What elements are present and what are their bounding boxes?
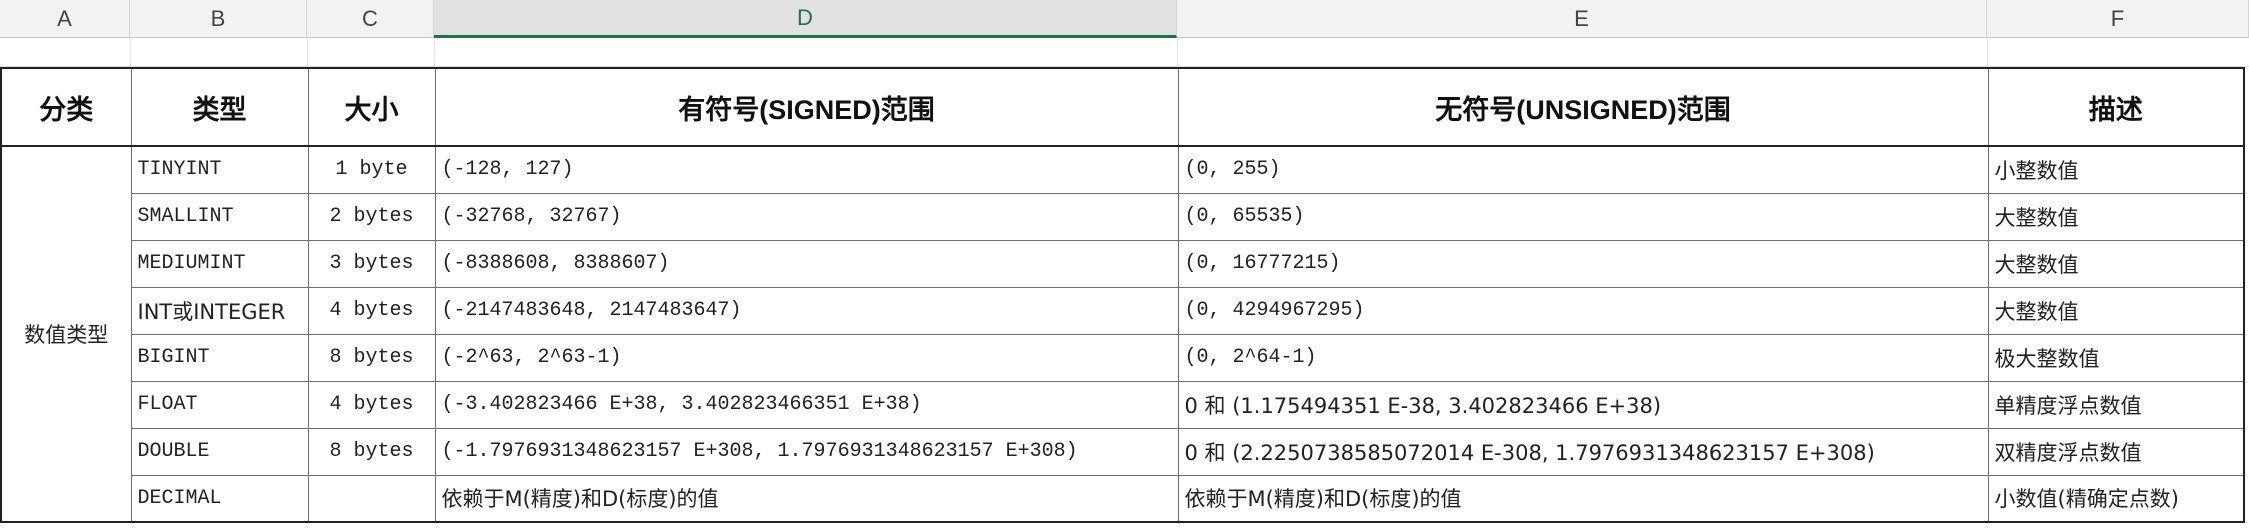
- description-cell[interactable]: 小数值(精确定点数): [1987, 474, 2245, 523]
- table-row: SMALLINT 2 bytes (-32768, 32767) (0, 655…: [1, 192, 2245, 241]
- table-row: DOUBLE 8 bytes (-1.7976931348623157 E+30…: [1, 427, 2245, 476]
- unsigned-range-cell[interactable]: (0, 65535): [1177, 192, 1989, 241]
- type-cell[interactable]: MEDIUMINT: [130, 239, 309, 288]
- description-cell[interactable]: 单精度浮点数值: [1987, 380, 2245, 429]
- header-size[interactable]: 大小: [307, 67, 436, 147]
- column-header-b[interactable]: B: [130, 0, 307, 38]
- header-row: 分类 类型 大小 有符号(SIGNED)范围 无符号(UNSIGNED)范围 描…: [0, 67, 2245, 147]
- signed-range-cell[interactable]: 依赖于M(精度)和D(标度)的值: [434, 474, 1179, 523]
- unsigned-range-cell[interactable]: (0, 2^64-1): [1177, 333, 1989, 382]
- description-cell[interactable]: 小整数值: [1987, 145, 2245, 194]
- gridline: [1987, 38, 1988, 67]
- unsigned-range-cell[interactable]: 依赖于M(精度)和D(标度)的值: [1177, 474, 1989, 523]
- header-type[interactable]: 类型: [130, 67, 309, 147]
- column-header-e[interactable]: E: [1177, 0, 1987, 38]
- description-cell[interactable]: 双精度浮点数值: [1987, 427, 2245, 476]
- signed-range-cell[interactable]: (-128, 127): [434, 145, 1179, 194]
- type-cell[interactable]: BIGINT: [130, 333, 309, 382]
- table-row: BIGINT 8 bytes (-2^63, 2^63-1) (0, 2^64-…: [1, 333, 2245, 382]
- signed-range-cell[interactable]: (-2147483648, 2147483647): [434, 286, 1179, 335]
- gridline: [434, 38, 435, 67]
- type-cell[interactable]: FLOAT: [130, 380, 309, 429]
- column-header-d[interactable]: D: [434, 0, 1177, 38]
- size-cell[interactable]: 4 bytes: [307, 286, 436, 335]
- description-cell[interactable]: 大整数值: [1987, 286, 2245, 335]
- gridline: [1177, 38, 1178, 67]
- size-cell[interactable]: 8 bytes: [307, 333, 436, 382]
- category-cell[interactable]: 数值类型: [0, 145, 132, 523]
- description-cell[interactable]: 极大整数值: [1987, 333, 2245, 382]
- size-cell[interactable]: 2 bytes: [307, 192, 436, 241]
- size-cell[interactable]: [307, 474, 436, 523]
- table-row: MEDIUMINT 3 bytes (-8388608, 8388607) (0…: [1, 239, 2245, 288]
- gridline: [130, 38, 131, 67]
- table-row: DECIMAL 依赖于M(精度)和D(标度)的值 依赖于M(精度)和D(标度)的…: [1, 474, 2245, 523]
- description-cell[interactable]: 大整数值: [1987, 239, 2245, 288]
- unsigned-range-cell[interactable]: (0, 16777215): [1177, 239, 1989, 288]
- size-cell[interactable]: 1 byte: [307, 145, 436, 194]
- signed-range-cell[interactable]: (-1.7976931348623157 E+308, 1.7976931348…: [434, 427, 1179, 476]
- column-header-f[interactable]: F: [1987, 0, 2249, 38]
- unsigned-range-cell[interactable]: 0 和 (2.2250738585072014 E-308, 1.7976931…: [1177, 427, 1989, 476]
- column-header-a[interactable]: A: [0, 0, 130, 38]
- signed-range-cell[interactable]: (-3.402823466 E+38, 3.402823466351 E+38): [434, 380, 1179, 429]
- type-cell[interactable]: DECIMAL: [130, 474, 309, 523]
- unsigned-range-cell[interactable]: (0, 255): [1177, 145, 1989, 194]
- type-cell[interactable]: TINYINT: [130, 145, 309, 194]
- table-row: 数值类型 TINYINT 1 byte (-128, 127) (0, 255)…: [0, 145, 2245, 523]
- header-signed-range[interactable]: 有符号(SIGNED)范围: [434, 67, 1179, 147]
- header-unsigned-range[interactable]: 无符号(UNSIGNED)范围: [1177, 67, 1989, 147]
- type-cell[interactable]: DOUBLE: [130, 427, 309, 476]
- column-header-bar: A B C D E F: [0, 0, 2249, 38]
- size-cell[interactable]: 4 bytes: [307, 380, 436, 429]
- table-row: INT或INTEGER 4 bytes (-2147483648, 214748…: [1, 286, 2245, 335]
- signed-range-cell[interactable]: (-32768, 32767): [434, 192, 1179, 241]
- data-type-table: 分类 类型 大小 有符号(SIGNED)范围 无符号(UNSIGNED)范围 描…: [0, 67, 2245, 523]
- unsigned-range-cell[interactable]: 0 和 (1.175494351 E-38, 3.402823466 E+38): [1177, 380, 1989, 429]
- empty-row[interactable]: [0, 38, 2249, 67]
- type-cell[interactable]: INT或INTEGER: [130, 286, 309, 335]
- signed-range-cell[interactable]: (-2^63, 2^63-1): [434, 333, 1179, 382]
- size-cell[interactable]: 3 bytes: [307, 239, 436, 288]
- header-category[interactable]: 分类: [0, 67, 132, 147]
- column-header-c[interactable]: C: [307, 0, 434, 38]
- description-cell[interactable]: 大整数值: [1987, 192, 2245, 241]
- table-row: FLOAT 4 bytes (-3.402823466 E+38, 3.4028…: [1, 380, 2245, 429]
- gridline: [307, 38, 308, 67]
- type-cell[interactable]: SMALLINT: [130, 192, 309, 241]
- signed-range-cell[interactable]: (-8388608, 8388607): [434, 239, 1179, 288]
- size-cell[interactable]: 8 bytes: [307, 427, 436, 476]
- unsigned-range-cell[interactable]: (0, 4294967295): [1177, 286, 1989, 335]
- header-description[interactable]: 描述: [1987, 67, 2245, 147]
